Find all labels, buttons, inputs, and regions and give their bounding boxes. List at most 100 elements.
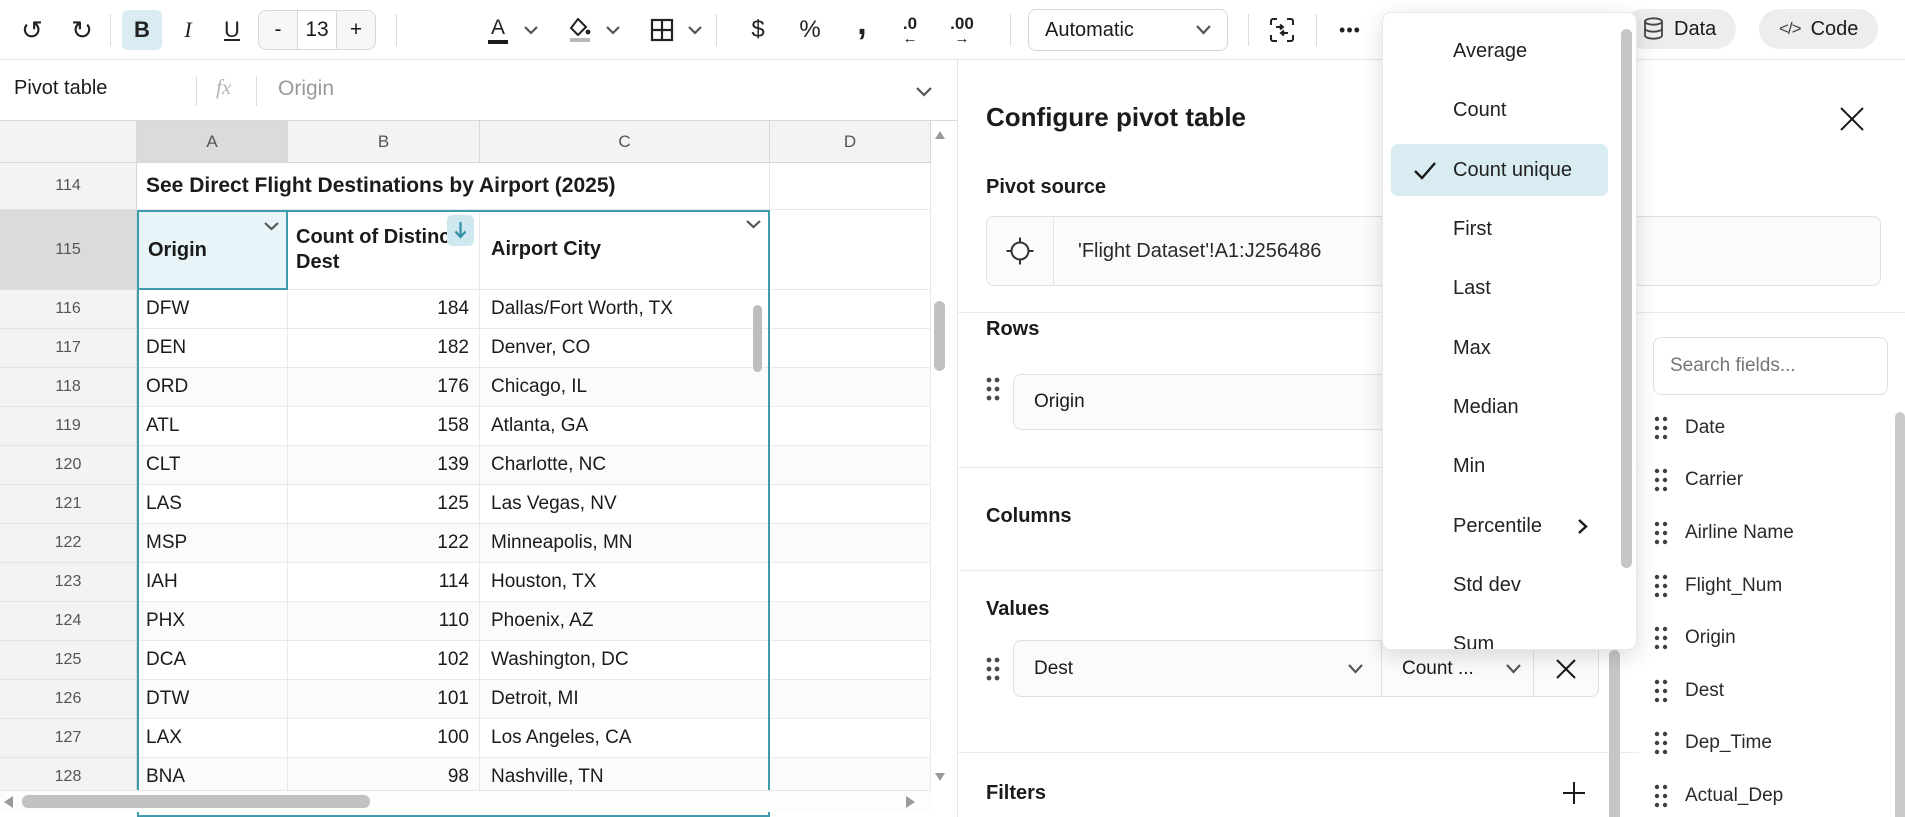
row-header[interactable]: 126 <box>0 680 137 719</box>
row-header[interactable]: 120 <box>0 446 137 485</box>
cell-city[interactable]: Dallas/Fort Worth, TX <box>480 290 770 329</box>
convert-cells-button[interactable] <box>1262 10 1302 50</box>
vertical-scrollbar[interactable] <box>931 121 948 817</box>
cell-city[interactable]: Washington, DC <box>480 641 770 680</box>
row-header[interactable]: 123 <box>0 563 137 602</box>
row-header[interactable]: 122 <box>0 524 137 563</box>
field-list-item[interactable]: Dest <box>1653 671 1853 711</box>
comma-format-button[interactable]: , <box>842 10 882 50</box>
cell-count[interactable]: 110 <box>288 602 480 641</box>
cell-count[interactable]: 102 <box>288 641 480 680</box>
menu-item-first[interactable]: First <box>1391 203 1608 255</box>
fill-color-dropdown[interactable] <box>600 10 626 50</box>
cell-city[interactable]: Houston, TX <box>480 563 770 602</box>
cell-count[interactable]: 158 <box>288 407 480 446</box>
borders-dropdown[interactable] <box>682 10 708 50</box>
menu-item-min[interactable]: Min <box>1391 440 1608 492</box>
more-options-button[interactable]: ••• <box>1330 10 1370 50</box>
text-color-button[interactable]: A <box>478 10 518 50</box>
row-header[interactable]: 124 <box>0 602 137 641</box>
field-list-item[interactable]: Origin <box>1653 618 1853 658</box>
table-scrollbar-thumb[interactable] <box>753 305 762 372</box>
close-icon[interactable] <box>1838 105 1866 133</box>
scroll-left-arrow[interactable] <box>4 796 13 808</box>
cell-count[interactable]: 125 <box>288 485 480 524</box>
row-header[interactable]: 116 <box>0 290 137 329</box>
cell-city[interactable]: Minneapolis, MN <box>480 524 770 563</box>
formula-expand-chevron[interactable] <box>916 87 932 97</box>
row-header[interactable]: 114 <box>0 163 137 210</box>
cell-count[interactable]: 139 <box>288 446 480 485</box>
field-list-item[interactable]: Airline Name <box>1653 513 1853 553</box>
cell-count[interactable]: 122 <box>288 524 480 563</box>
percent-format-button[interactable]: % <box>790 10 830 50</box>
grid-corner[interactable] <box>0 121 137 163</box>
decrease-decimals-button[interactable]: .0← <box>890 10 930 50</box>
text-color-dropdown[interactable] <box>518 10 544 50</box>
fill-color-button[interactable] <box>560 10 600 50</box>
empty-cell[interactable] <box>770 719 931 758</box>
field-list-item[interactable]: Date <box>1653 408 1853 448</box>
empty-cell[interactable] <box>770 163 931 210</box>
drag-handle-icon[interactable] <box>1653 677 1669 705</box>
cell-count[interactable]: 114 <box>288 563 480 602</box>
scroll-down-arrow[interactable] <box>935 773 945 781</box>
scroll-right-arrow[interactable] <box>906 796 915 808</box>
row-header[interactable]: 127 <box>0 719 137 758</box>
values-field-select[interactable]: Dest <box>1014 641 1382 696</box>
borders-button[interactable] <box>642 10 682 50</box>
empty-cell[interactable] <box>770 329 931 368</box>
italic-button[interactable]: I <box>168 10 208 50</box>
empty-cell[interactable] <box>770 602 931 641</box>
increase-decimals-button[interactable]: .00→ <box>942 10 982 50</box>
cell-count[interactable]: 184 <box>288 290 480 329</box>
cell-name-box[interactable]: Pivot table <box>14 77 107 100</box>
cell-count[interactable]: 182 <box>288 329 480 368</box>
cell-origin[interactable]: LAS <box>137 485 288 524</box>
row-header[interactable]: 118 <box>0 368 137 407</box>
empty-cell[interactable] <box>770 485 931 524</box>
cell-origin[interactable]: ATL <box>137 407 288 446</box>
drag-handle-icon[interactable] <box>1653 519 1669 547</box>
panel-scrollbar-thumb[interactable] <box>1609 650 1620 817</box>
cell-city[interactable]: Phoenix, AZ <box>480 602 770 641</box>
empty-cell[interactable] <box>770 210 931 290</box>
drag-handle-icon[interactable] <box>984 654 1002 684</box>
code-button[interactable]: </> Code <box>1759 9 1878 49</box>
pivot-header-city-cell[interactable]: Airport City <box>480 210 770 290</box>
currency-format-button[interactable]: $ <box>738 10 778 50</box>
table-title-cell[interactable]: See Direct Flight Destinations by Airpor… <box>137 163 770 210</box>
empty-cell[interactable] <box>770 563 931 602</box>
drag-handle-icon[interactable] <box>1653 624 1669 652</box>
empty-cell[interactable] <box>770 290 931 329</box>
select-range-button[interactable] <box>987 217 1054 285</box>
menu-item-average[interactable]: Average <box>1391 25 1608 77</box>
scroll-up-arrow[interactable] <box>935 131 945 139</box>
font-size-increase-button[interactable]: + <box>337 11 375 49</box>
empty-cell[interactable] <box>770 407 931 446</box>
empty-cell[interactable] <box>770 368 931 407</box>
bold-button[interactable]: B <box>122 10 162 50</box>
cell-origin[interactable]: ORD <box>137 368 288 407</box>
cell-city[interactable]: Atlanta, GA <box>480 407 770 446</box>
menu-item-max[interactable]: Max <box>1391 322 1608 374</box>
row-header[interactable]: 125 <box>0 641 137 680</box>
cell-city[interactable]: Chicago, IL <box>480 368 770 407</box>
number-format-select[interactable]: Automatic <box>1028 9 1228 51</box>
drag-handle-icon[interactable] <box>1653 414 1669 442</box>
menu-item-count[interactable]: Count <box>1391 84 1608 136</box>
drag-handle-icon[interactable] <box>984 374 1002 404</box>
field-list-item[interactable]: Carrier <box>1653 460 1853 500</box>
field-list-item[interactable]: Flight_Num <box>1653 566 1853 606</box>
cell-count[interactable]: 101 <box>288 680 480 719</box>
cell-origin[interactable]: PHX <box>137 602 288 641</box>
menu-item-std-dev[interactable]: Std dev <box>1391 559 1608 611</box>
cell-city[interactable]: Charlotte, NC <box>480 446 770 485</box>
empty-cell[interactable] <box>770 641 931 680</box>
row-header[interactable]: 119 <box>0 407 137 446</box>
column-header-d[interactable]: D <box>770 121 931 163</box>
menu-item-count-unique[interactable]: Count unique <box>1391 144 1608 196</box>
field-list-item[interactable]: Actual_Dep <box>1653 776 1853 816</box>
menu-scrollbar-thumb[interactable] <box>1621 29 1632 568</box>
empty-cell[interactable] <box>770 680 931 719</box>
